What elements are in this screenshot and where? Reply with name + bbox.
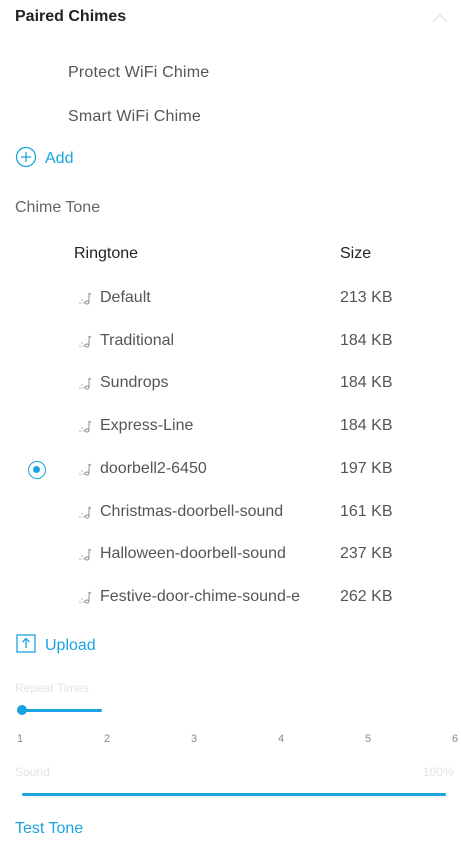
radio-unselected-icon[interactable] bbox=[28, 375, 46, 393]
ringtone-name: Festive-door-chime-sound-e bbox=[100, 588, 301, 605]
music-note-icon bbox=[76, 589, 92, 605]
radio-unselected-icon[interactable] bbox=[28, 589, 46, 607]
ringtone-row[interactable]: Traditional 184 KB bbox=[0, 329, 461, 359]
sound-label: Sound bbox=[15, 765, 50, 779]
repeat-times-label: Repeat Times bbox=[15, 681, 90, 695]
ringtone-size: 161 KB bbox=[340, 503, 393, 520]
upload-label: Upload bbox=[45, 636, 96, 654]
ringtone-name: Traditional bbox=[100, 332, 175, 349]
repeat-tick: 3 bbox=[191, 733, 198, 745]
radio-unselected-icon[interactable] bbox=[28, 504, 46, 522]
music-note-icon bbox=[76, 546, 92, 562]
music-note-icon bbox=[76, 375, 92, 391]
radio-selected-icon[interactable] bbox=[28, 461, 46, 479]
repeat-tick: 2 bbox=[104, 733, 111, 745]
radio-unselected-icon[interactable] bbox=[28, 290, 46, 308]
music-note-icon bbox=[76, 461, 92, 477]
repeat-tick: 6 bbox=[452, 733, 459, 745]
repeat-times-slider-fill[interactable] bbox=[22, 709, 102, 712]
repeat-tick: 1 bbox=[17, 733, 24, 745]
add-label: Add bbox=[45, 150, 74, 167]
radio-unselected-icon[interactable] bbox=[28, 546, 46, 564]
ringtone-row[interactable]: Sundrops 184 KB bbox=[0, 371, 461, 401]
ringtone-size: 184 KB bbox=[340, 417, 393, 434]
paired-chime-item[interactable]: Protect WiFi Chime bbox=[68, 64, 209, 82]
paired-chime-item[interactable]: Smart WiFi Chime bbox=[68, 108, 201, 126]
ringtone-row[interactable]: Default 213 KB bbox=[0, 286, 461, 316]
radio-unselected-icon[interactable] bbox=[28, 418, 46, 436]
ringtone-name: Christmas-doorbell-sound bbox=[100, 503, 284, 520]
plus-circle-icon bbox=[15, 146, 37, 173]
repeat-times-slider-thumb[interactable] bbox=[17, 705, 27, 715]
chevron-up-icon[interactable] bbox=[429, 10, 451, 28]
ringtone-size: 213 KB bbox=[340, 289, 393, 306]
ringtone-row[interactable]: Express-Line 184 KB bbox=[0, 414, 461, 444]
ringtone-size: 184 KB bbox=[340, 374, 393, 391]
repeat-tick: 4 bbox=[278, 733, 285, 745]
radio-unselected-icon[interactable] bbox=[28, 333, 46, 351]
sound-slider-fill[interactable] bbox=[22, 793, 446, 796]
ringtone-name: Halloween-doorbell-sound bbox=[100, 545, 286, 562]
ringtone-size: 184 KB bbox=[340, 332, 393, 349]
repeat-tick: 5 bbox=[365, 733, 372, 745]
add-chime-button[interactable]: Add bbox=[15, 146, 74, 173]
ringtone-name: Sundrops bbox=[100, 374, 169, 391]
ringtone-row[interactable]: Halloween-doorbell-sound 237 KB bbox=[0, 542, 461, 572]
ringtone-column-header: Ringtone bbox=[74, 245, 139, 262]
music-note-icon bbox=[76, 418, 92, 434]
ringtone-size: 262 KB bbox=[340, 588, 393, 605]
upload-button[interactable]: Upload bbox=[15, 632, 96, 659]
ringtone-name: Default bbox=[100, 289, 151, 306]
ringtone-row[interactable]: Christmas-doorbell-sound 161 KB bbox=[0, 500, 461, 530]
ringtone-name: doorbell2-6450 bbox=[100, 460, 207, 477]
ringtone-size: 237 KB bbox=[340, 545, 393, 562]
ringtone-row[interactable]: doorbell2-6450 197 KB bbox=[0, 457, 461, 487]
ringtone-size: 197 KB bbox=[340, 460, 393, 477]
music-note-icon bbox=[76, 504, 92, 520]
ringtone-row[interactable]: Festive-door-chime-sound-e 262 KB bbox=[0, 585, 461, 615]
size-column-header: Size bbox=[340, 245, 372, 262]
upload-icon bbox=[15, 632, 37, 659]
sound-value: 100% bbox=[423, 765, 454, 779]
music-note-icon bbox=[76, 290, 92, 306]
chime-tone-title: Chime Tone bbox=[15, 199, 101, 216]
paired-chimes-title: Paired Chimes bbox=[15, 8, 127, 25]
music-note-icon bbox=[76, 333, 92, 349]
test-tone-button[interactable]: Test Tone bbox=[15, 820, 83, 838]
ringtone-name: Express-Line bbox=[100, 417, 194, 434]
